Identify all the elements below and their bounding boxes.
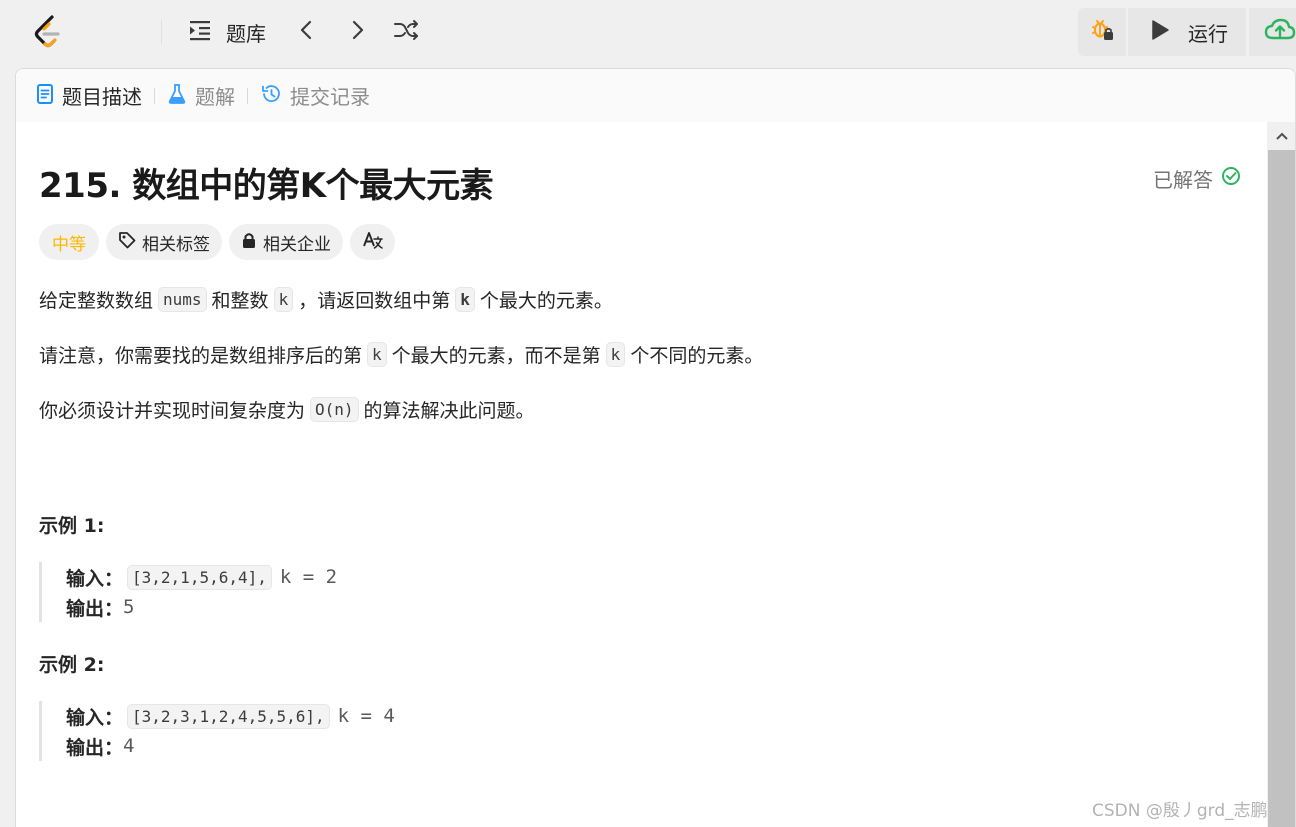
leetcode-logo-icon[interactable] bbox=[32, 14, 66, 50]
scrollbar-thumb[interactable] bbox=[1268, 150, 1295, 827]
text-span: ，请返回数组中第 bbox=[298, 290, 451, 312]
inline-code: k bbox=[455, 287, 475, 312]
vertical-scrollbar[interactable] bbox=[1267, 122, 1295, 827]
prev-problem-button[interactable] bbox=[296, 16, 318, 48]
tab-solutions-label: 题解 bbox=[195, 85, 235, 109]
text-span: 请注意，你需要找的是数组排序后的第 bbox=[39, 345, 363, 367]
inline-code: k bbox=[605, 342, 626, 367]
difficulty-badge: 中等 bbox=[39, 224, 99, 260]
problem-list-link[interactable]: 题库 bbox=[186, 16, 266, 48]
lock-icon bbox=[241, 231, 257, 254]
submit-button[interactable] bbox=[1249, 8, 1296, 56]
bug-locked-icon bbox=[1089, 17, 1115, 47]
example-block: 输入： [3,2,1,5,6,4], k = 2 输出： 5 bbox=[39, 562, 639, 622]
run-label: 运行 bbox=[1188, 21, 1228, 46]
document-icon bbox=[36, 83, 54, 109]
output-label: 输出： bbox=[66, 597, 124, 620]
list-indent-icon bbox=[186, 18, 214, 46]
scroll-up-button[interactable] bbox=[1267, 122, 1295, 148]
solved-status-label: 已解答 bbox=[1153, 168, 1213, 192]
related-companies-label: 相关企业 bbox=[263, 234, 331, 255]
shuffle-icon bbox=[392, 18, 420, 46]
solved-status: 已解答 bbox=[1153, 164, 1241, 193]
text-span: 个最大的元素。 bbox=[479, 290, 613, 312]
inline-code: nums bbox=[158, 287, 207, 312]
text-span: 个最大的元素，而不是第 bbox=[391, 345, 601, 367]
chevron-right-icon bbox=[346, 18, 368, 46]
tab-description[interactable]: 题目描述 bbox=[36, 69, 142, 122]
text-span: 和整数 bbox=[211, 290, 269, 312]
text-span: 给定整数数组 bbox=[39, 290, 154, 312]
check-circle-icon bbox=[1221, 166, 1241, 191]
history-icon bbox=[260, 83, 282, 109]
translate-button[interactable] bbox=[350, 224, 395, 260]
chevron-left-icon bbox=[296, 18, 318, 46]
run-button[interactable]: 运行 bbox=[1128, 8, 1246, 56]
input-code: [3,2,1,5,6,4], bbox=[127, 564, 272, 590]
inline-code: O(n) bbox=[310, 397, 359, 422]
output-label: 输出： bbox=[66, 736, 124, 759]
nav-divider bbox=[161, 20, 162, 44]
problem-panel: 题目描述 题解 提交记录 215. 数组中的第K个最大元素 已解答 中等 相关标… bbox=[15, 68, 1296, 827]
tab-submissions-label: 提交记录 bbox=[290, 85, 370, 109]
output-value: 5 bbox=[123, 596, 135, 618]
related-companies-button[interactable]: 相关企业 bbox=[229, 224, 343, 260]
problem-tags: 中等 相关标签 相关企业 bbox=[39, 224, 395, 260]
flask-icon bbox=[167, 83, 187, 109]
problem-list-label: 题库 bbox=[226, 21, 266, 46]
example-title: 示例 2: bbox=[39, 654, 105, 676]
related-topics-button[interactable]: 相关标签 bbox=[106, 224, 222, 260]
example-block: 输入： [3,2,3,1,2,4,5,5,6], k = 4 输出： 4 bbox=[39, 701, 639, 761]
tab-description-label: 题目描述 bbox=[62, 85, 142, 109]
cloud-upload-icon bbox=[1264, 17, 1296, 47]
translate-icon bbox=[362, 230, 384, 255]
description-paragraph: 给定整数数组 nums 和整数 k ，请返回数组中第 k 个最大的元素。 bbox=[39, 286, 613, 313]
tab-separator bbox=[247, 87, 248, 104]
input-rest: k = 2 bbox=[279, 566, 338, 588]
input-rest: k = 4 bbox=[337, 705, 395, 727]
chevron-up-icon bbox=[1275, 126, 1289, 145]
inline-code: k bbox=[273, 287, 294, 312]
play-icon bbox=[1150, 19, 1170, 45]
watermark: CSDN @殷丿grd_志鹏 bbox=[1092, 801, 1268, 821]
example-input: 输入： [3,2,3,1,2,4,5,5,6], k = 4 bbox=[66, 701, 639, 731]
input-code: [3,2,3,1,2,4,5,5,6], bbox=[127, 703, 330, 729]
example-output: 输出： 5 bbox=[66, 592, 639, 622]
example-title: 示例 1: bbox=[39, 515, 105, 537]
example-output: 输出： 4 bbox=[66, 731, 639, 761]
next-problem-button[interactable] bbox=[346, 16, 368, 48]
example-input: 输入： [3,2,1,5,6,4], k = 2 bbox=[66, 562, 639, 592]
inline-code: k bbox=[367, 342, 387, 367]
text-span: 个不同的元素。 bbox=[630, 345, 764, 367]
random-problem-button[interactable] bbox=[392, 16, 420, 48]
output-value: 4 bbox=[123, 735, 135, 757]
problem-title: 215. 数组中的第K个最大元素 bbox=[39, 166, 494, 206]
debug-button[interactable] bbox=[1078, 8, 1126, 56]
text-span: 你必须设计并实现时间复杂度为 bbox=[39, 400, 306, 422]
input-label: 输入： bbox=[66, 567, 124, 590]
tab-submissions[interactable]: 提交记录 bbox=[260, 69, 370, 122]
related-topics-label: 相关标签 bbox=[142, 234, 210, 255]
description-paragraph: 你必须设计并实现时间复杂度为 O(n) 的算法解决此问题。 bbox=[39, 396, 535, 423]
text-span: 的算法解决此问题。 bbox=[363, 400, 535, 422]
tag-icon bbox=[118, 231, 136, 254]
input-label: 输入： bbox=[66, 706, 124, 729]
tab-solutions[interactable]: 题解 bbox=[167, 69, 235, 122]
panel-tab-bar: 题目描述 题解 提交记录 bbox=[16, 69, 1295, 122]
top-nav-bar: 题库 运行 bbox=[0, 0, 1296, 64]
tab-separator bbox=[154, 87, 155, 104]
description-paragraph: 请注意，你需要找的是数组排序后的第 k 个最大的元素，而不是第 k 个不同的元素… bbox=[39, 341, 763, 368]
